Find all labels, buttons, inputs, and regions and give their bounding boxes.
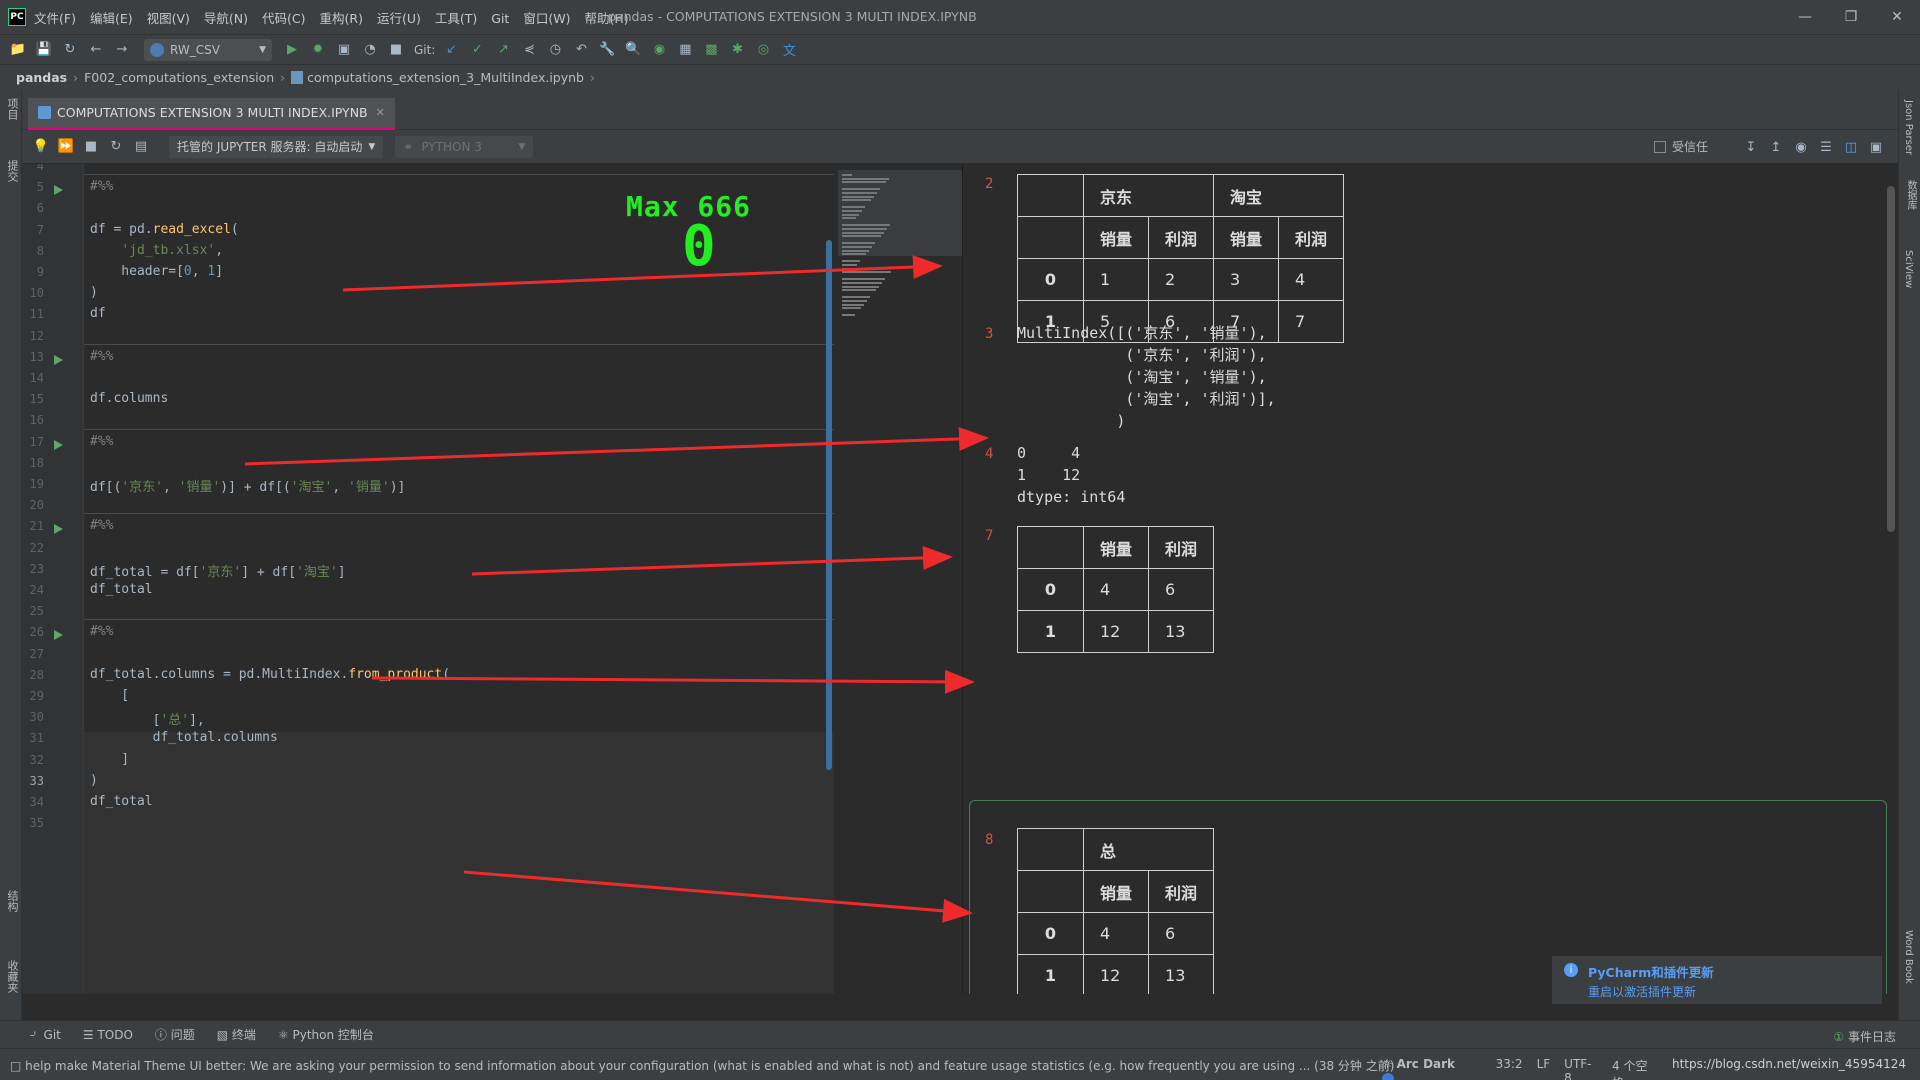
theme-indicator[interactable]: ☼ Arc Dark [1382,1057,1482,1080]
tool-python-console[interactable]: ⚛ Python 控制台 [278,1026,374,1043]
notification-link[interactable]: 重启以激活插件更新 [1588,983,1696,1000]
tool-terminal[interactable]: ▧ 终端 [217,1026,256,1043]
caret-position[interactable]: 33:2 [1496,1057,1523,1080]
update-notification[interactable]: i PyCharm和插件更新 重启以激活插件更新 [1552,956,1882,1004]
tool-git[interactable]: ⌏ Git [30,1028,61,1042]
info-icon: i [1564,963,1578,977]
status-message[interactable]: □ help make Material Theme UI better: We… [10,1057,1394,1074]
indent-setting[interactable]: 4 个空格 [1612,1057,1658,1080]
file-encoding[interactable]: UTF-8 [1564,1057,1598,1080]
arrow-cell-1 [342,255,943,292]
arrow-cell-2 [244,426,989,466]
event-log-button[interactable]: ① 事件日志 [1833,1028,1896,1045]
arrow-cell-5 [463,870,973,923]
event-count-icon: ① [1833,1030,1845,1044]
tool-window-bar: ⌏ Git ☰ TODO ⓘ 问题 ▧ 终端 ⚛ Python 控制台 ① 事件… [0,1020,1920,1048]
line-separator[interactable]: LF [1537,1057,1551,1080]
annotation-arrows [244,255,989,923]
watermark: https://blog.csdn.net/weixin_45954124 [1671,1057,1906,1071]
notification-title: PyCharm和插件更新 [1588,965,1714,980]
arrow-cell-4 [371,669,975,694]
tool-problems[interactable]: ⓘ 问题 [155,1026,195,1043]
theme-color-icon [1382,1072,1394,1080]
status-bar: □ help make Material Theme UI better: We… [0,1048,1920,1080]
tool-todo[interactable]: ☰ TODO [83,1028,133,1042]
arrow-cell-3 [471,545,953,576]
